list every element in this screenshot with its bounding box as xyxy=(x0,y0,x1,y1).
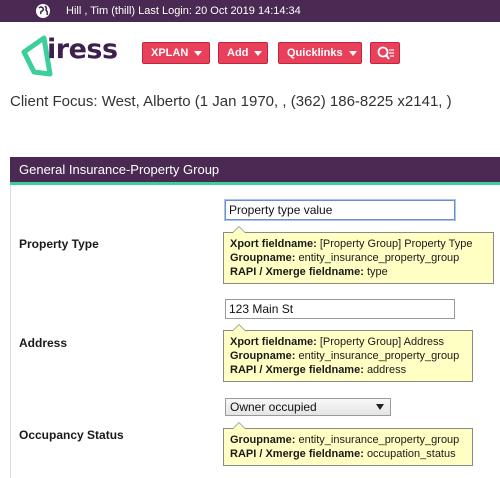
search-button[interactable] xyxy=(370,42,400,64)
property-type-tooltip: Xport fieldname: [Property Group] Proper… xyxy=(223,226,494,284)
add-menu-button[interactable]: Add xyxy=(218,42,268,64)
occupancy-status-label: Occupancy Status xyxy=(19,428,124,442)
rapi-value: address xyxy=(366,364,407,376)
chevron-down-icon xyxy=(254,50,263,56)
occupancy-status-select[interactable]: Owner occupied xyxy=(225,398,391,416)
group-value: entity_insurance_property_group xyxy=(298,252,460,264)
address-tooltip: Xport fieldname: [Property Group] Addres… xyxy=(223,324,473,382)
logo-text: iress xyxy=(47,34,118,65)
login-info: Hill , Tim (thill) Last Login: 20 Oct 20… xyxy=(66,5,301,17)
quicklinks-menu-button[interactable]: Quicklinks xyxy=(278,42,362,64)
xplan-menu-button[interactable]: XPLAN xyxy=(142,42,210,64)
rapi-value: occupation_status xyxy=(366,448,456,460)
rapi-label: RAPI / Xmerge fieldname: xyxy=(230,266,364,278)
dropdown-arrow-icon xyxy=(376,404,384,410)
search-icon xyxy=(377,46,394,60)
section-title: General Insurance-Property Group xyxy=(19,162,220,177)
section-divider xyxy=(10,185,11,478)
group-label: Groupname: xyxy=(230,350,296,362)
section-header: General Insurance-Property Group xyxy=(10,157,500,185)
xport-value: [Property Group] Property Type xyxy=(319,238,473,250)
group-label: Groupname: xyxy=(230,252,296,264)
xplan-label: XPLAN xyxy=(151,47,189,59)
rapi-label: RAPI / Xmerge fieldname: xyxy=(230,448,364,460)
xport-label: Xport fieldname: xyxy=(230,336,317,348)
group-value: entity_insurance_property_group xyxy=(298,434,460,446)
group-value: entity_insurance_property_group xyxy=(298,350,460,362)
rapi-value: type xyxy=(366,266,388,278)
address-input[interactable] xyxy=(225,299,455,319)
chevron-down-icon xyxy=(194,50,203,56)
occupancy-status-value: Owner occupied xyxy=(230,400,317,414)
xport-label: Xport fieldname: xyxy=(230,238,317,250)
globe-icon[interactable] xyxy=(35,3,51,19)
client-focus-heading: Client Focus: West, Alberto (1 Jan 1970,… xyxy=(10,93,452,110)
address-label: Address xyxy=(19,336,68,350)
quicklinks-label: Quicklinks xyxy=(287,47,343,59)
xport-value: [Property Group] Address xyxy=(319,336,444,348)
chevron-down-icon xyxy=(348,50,357,56)
group-label: Groupname: xyxy=(230,434,296,446)
add-label: Add xyxy=(227,47,249,59)
top-bar: Hill , Tim (thill) Last Login: 20 Oct 20… xyxy=(0,0,500,22)
occupancy-status-tooltip: Groupname: entity_insurance_property_gro… xyxy=(223,422,473,466)
rapi-label: RAPI / Xmerge fieldname: xyxy=(230,364,364,376)
property-type-label: Property Type xyxy=(19,237,99,251)
property-type-input[interactable] xyxy=(224,199,456,221)
